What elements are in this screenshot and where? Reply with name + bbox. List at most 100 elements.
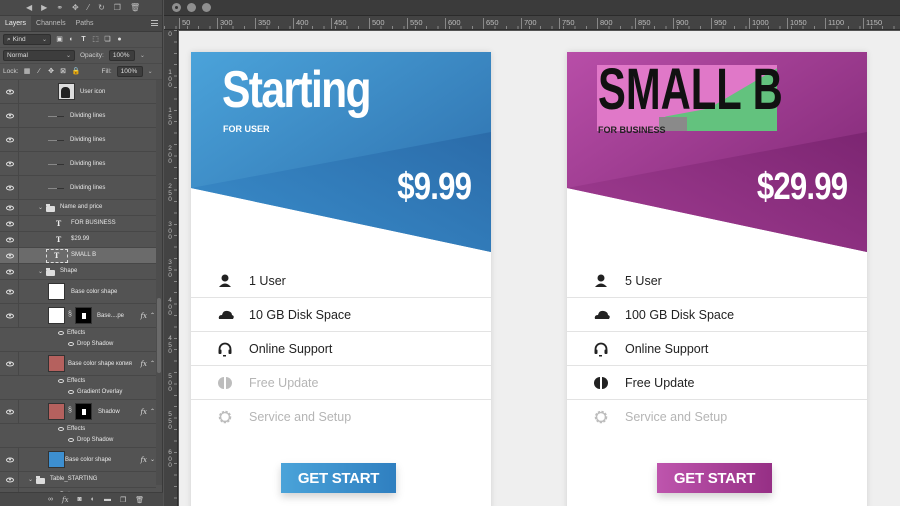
fill-chevron-icon[interactable]: ⌄: [148, 68, 153, 75]
get-start-button[interactable]: GET START: [281, 463, 396, 493]
effects-row[interactable]: Effects: [0, 328, 156, 339]
visibility-eye-icon[interactable]: [6, 185, 14, 190]
layer-group-row[interactable]: ⌄ Name and price: [0, 200, 156, 216]
effects-eye-icon[interactable]: [58, 331, 64, 335]
chevron-up-icon[interactable]: ⌃: [150, 360, 155, 367]
visibility-eye-icon[interactable]: [6, 457, 14, 462]
prev-icon[interactable]: ◀: [26, 3, 32, 12]
visibility-eye-icon[interactable]: [6, 89, 14, 94]
tab-paths[interactable]: Paths: [71, 16, 99, 31]
chevron-down-icon[interactable]: ⌄: [38, 204, 43, 211]
visibility-eye-icon[interactable]: [6, 361, 14, 366]
lock-pixels-icon[interactable]: ∕: [36, 68, 43, 75]
effects-row[interactable]: Effects: [0, 376, 156, 387]
fx-icon[interactable]: fx: [140, 456, 147, 464]
mask-thumbnail[interactable]: [75, 403, 92, 420]
effect-eye-icon[interactable]: [68, 438, 74, 442]
layer-row[interactable]: Dividing lines: [0, 104, 156, 128]
visibility-eye-icon[interactable]: [6, 137, 14, 142]
plan-title[interactable]: SMALL B: [598, 58, 783, 122]
tab-channels[interactable]: Channels: [31, 16, 71, 31]
lock-transparency-icon[interactable]: ▦: [24, 68, 31, 75]
layer-row[interactable]: Base color shape: [0, 280, 156, 304]
lock-artboard-icon[interactable]: ⊠: [60, 68, 67, 75]
smart-filter-icon[interactable]: ❏: [104, 36, 111, 43]
opacity-chevron-icon[interactable]: ⌄: [140, 52, 145, 59]
mask-thumbnail[interactable]: [75, 307, 92, 324]
fx-icon[interactable]: fx: [140, 312, 147, 320]
effect-eye-icon[interactable]: [68, 342, 74, 346]
visibility-eye-icon[interactable]: [6, 289, 14, 294]
fill-input[interactable]: 100%: [116, 66, 143, 77]
adjustment-filter-icon[interactable]: ◐: [68, 36, 75, 43]
layer-row[interactable]: § Shadow fx ⌃: [0, 400, 156, 424]
link-icon[interactable]: ⚭: [56, 3, 63, 12]
visibility-eye-icon[interactable]: [6, 113, 14, 118]
link-layers-icon[interactable]: ∞: [48, 496, 53, 503]
close-window-button[interactable]: [172, 3, 181, 12]
layer-row[interactable]: Base color shape копия fx ⌃: [0, 352, 156, 376]
fx-icon[interactable]: fx: [62, 496, 69, 504]
play-icon[interactable]: ▶: [41, 3, 47, 12]
refresh-icon[interactable]: ↻: [98, 3, 105, 12]
layers-scrollbar[interactable]: [157, 298, 161, 373]
brush-icon[interactable]: ⁄: [88, 3, 89, 12]
effects-eye-icon[interactable]: [58, 427, 64, 431]
shape-filter-icon[interactable]: ⬚: [92, 36, 99, 43]
effect-row[interactable]: Gradient Overlay: [0, 387, 156, 400]
layer-row[interactable]: Dividing lines: [0, 176, 156, 200]
trash-icon[interactable]: 🗑: [130, 3, 140, 12]
get-start-button[interactable]: GET START: [657, 463, 772, 493]
new-layer-icon[interactable]: ❐: [120, 496, 126, 504]
effects-eye-icon[interactable]: [58, 379, 64, 383]
chevron-up-icon[interactable]: ⌃: [150, 408, 155, 415]
vertical-ruler[interactable]: 0 100 150 200 250 300 350 400 450 500 550 600: [164, 30, 178, 506]
new-icon[interactable]: ❐: [114, 3, 121, 12]
mask-icon[interactable]: ◙: [78, 496, 82, 503]
visibility-eye-icon[interactable]: [6, 313, 14, 318]
chevron-up-icon[interactable]: ⌃: [150, 312, 155, 319]
lock-all-icon[interactable]: 🔒: [72, 68, 81, 75]
move-icon[interactable]: ✥: [72, 3, 79, 12]
layer-row[interactable]: Dividing lines: [0, 152, 156, 176]
chevron-down-icon[interactable]: ⌄: [28, 476, 33, 483]
minimize-window-button[interactable]: [187, 3, 196, 12]
fx-icon[interactable]: fx: [140, 360, 147, 368]
effect-eye-icon[interactable]: [68, 390, 74, 394]
blend-mode-select[interactable]: Normal ⌄: [3, 50, 75, 61]
layer-row-selected[interactable]: T SMALL B: [0, 248, 156, 264]
chain-link-icon[interactable]: §: [68, 407, 72, 414]
visibility-eye-icon[interactable]: [6, 269, 14, 274]
opacity-input[interactable]: 100%: [108, 50, 135, 61]
panel-menu-icon[interactable]: [151, 20, 158, 26]
effects-row[interactable]: Effects: [0, 424, 156, 435]
tab-layers[interactable]: Layers: [0, 16, 32, 31]
layer-group-row[interactable]: ⌄ Shape: [0, 264, 156, 280]
type-filter-icon[interactable]: T: [80, 36, 87, 43]
visibility-eye-icon[interactable]: [6, 161, 14, 166]
layer-row[interactable]: User icon: [0, 80, 156, 104]
effect-row[interactable]: Drop Shadow: [0, 435, 156, 448]
layer-row[interactable]: § Base....pe fx ⌃: [0, 304, 156, 328]
trash-icon[interactable]: 🗑: [135, 496, 144, 504]
adjustment-icon[interactable]: ◐: [91, 496, 95, 503]
visibility-eye-icon[interactable]: [6, 409, 14, 414]
effect-row[interactable]: Drop Shadow: [0, 339, 156, 352]
lock-position-icon[interactable]: ✥: [48, 68, 55, 75]
pixel-filter-icon[interactable]: ▣: [56, 36, 63, 43]
layers-scroll-track[interactable]: [156, 80, 162, 485]
filter-toggle-icon[interactable]: ●: [116, 36, 123, 43]
maximize-window-button[interactable]: [202, 3, 211, 12]
artboard-canvas[interactable]: Starting FOR USER $9.99 1 User 10 GB Dis…: [179, 31, 900, 506]
visibility-eye-icon[interactable]: [6, 253, 14, 258]
layer-row[interactable]: Dividing lines: [0, 128, 156, 152]
visibility-eye-icon[interactable]: [6, 477, 14, 482]
visibility-eye-icon[interactable]: [6, 221, 14, 226]
layer-row[interactable]: Base color shape fx ⌄: [0, 448, 156, 472]
layer-group-row[interactable]: ⌄ Table_STARTING: [0, 472, 156, 488]
fx-icon[interactable]: fx: [140, 408, 147, 416]
chevron-down-icon[interactable]: ⌄: [38, 268, 43, 275]
visibility-eye-icon[interactable]: [6, 205, 14, 210]
folder-icon[interactable]: ▬: [104, 496, 111, 503]
layer-row[interactable]: T FOR BUSINESS: [0, 216, 156, 232]
